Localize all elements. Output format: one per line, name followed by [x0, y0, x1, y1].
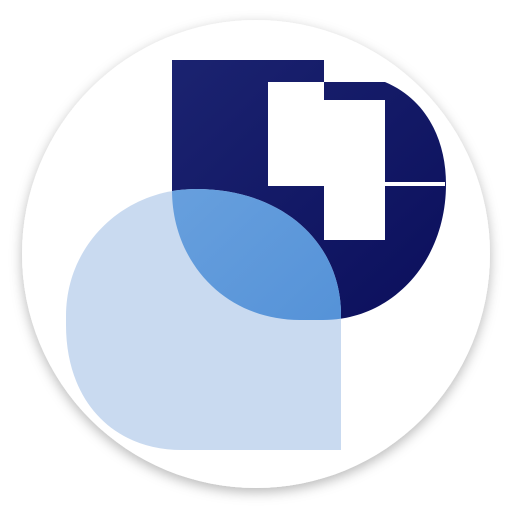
medical-chat-app-icon[interactable] [0, 0, 512, 512]
medical-cross-horizontal [268, 100, 324, 186]
app-icon-stage [0, 0, 512, 512]
